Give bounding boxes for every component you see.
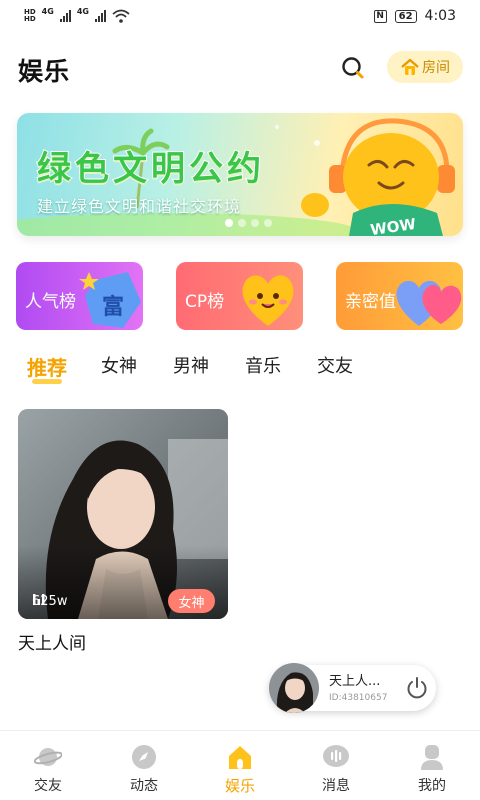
intimacy-rank-label: 亲密值 (345, 292, 396, 312)
nav-item-messages[interactable]: 消息 (288, 731, 384, 800)
room-name[interactable]: 天上人间 (18, 629, 86, 654)
hd-icon: HD HD (24, 8, 36, 23)
signal-icon (59, 10, 71, 22)
banner-subtitle: 建立绿色文明和谐社交环境 (37, 197, 242, 216)
banner-dot[interactable] (238, 219, 246, 227)
cp-rank-label: CP榜 (185, 292, 225, 312)
heart-face-icon (242, 275, 294, 326)
nav-item-profile[interactable]: 我的 (384, 731, 480, 800)
mascot-illustration: WOW (301, 118, 455, 236)
active-tab-indicator (32, 379, 62, 384)
svg-text:富: 富 (102, 294, 124, 320)
banner-dot[interactable] (225, 219, 233, 227)
search-icon (342, 57, 364, 79)
status-right: N 62 4:03 (373, 8, 456, 24)
power-icon[interactable] (404, 675, 430, 701)
promo-banner[interactable]: 绿色文明公约 建立绿色文明和谐社交环境 WOW (17, 113, 463, 236)
banner-pagination (225, 219, 272, 227)
room-button[interactable]: 房间 (387, 51, 463, 83)
banner-dot[interactable] (264, 219, 272, 227)
nav-label-profile: 我的 (418, 778, 446, 794)
room-cover-image (18, 409, 228, 619)
avatar[interactable] (269, 663, 319, 713)
nfc-icon: N (373, 9, 387, 23)
message-icon (323, 745, 349, 767)
banner-dot[interactable] (251, 219, 259, 227)
nav-item-friends[interactable]: 交友 (0, 731, 96, 800)
wifi-icon (112, 9, 130, 23)
clock: 4:03 (424, 8, 456, 24)
nav-item-moments[interactable]: 动态 (96, 731, 192, 800)
page-title: 娱乐 (18, 57, 71, 86)
tab-goddess[interactable]: 女神 (101, 352, 137, 378)
rich-star-icon: 富 (79, 272, 141, 328)
double-heart-icon (396, 280, 462, 326)
status-left: HD HD 4G 4G (24, 7, 130, 23)
search-button[interactable] (340, 55, 366, 81)
signal-icon-2 (94, 10, 106, 22)
tab-god[interactable]: 男神 (173, 352, 209, 378)
planet-icon (34, 748, 62, 766)
cp-rank-card[interactable]: CP榜 (176, 262, 303, 330)
banner-title: 绿色文明公约 (36, 148, 265, 190)
floating-room-player[interactable]: 天上人... ID:43810657 (269, 663, 436, 713)
nav-label-friends: 交友 (34, 778, 62, 794)
avatar-image (269, 663, 319, 713)
audio-bars-icon (33, 594, 45, 605)
intimacy-rank-card[interactable]: 亲密值 (336, 262, 463, 330)
nav-label-entertainment: 娱乐 (224, 777, 255, 795)
network-type-2: 4G (76, 7, 89, 16)
home-icon (229, 746, 251, 769)
tab-music[interactable]: 音乐 (245, 352, 281, 378)
nav-label-moments: 动态 (130, 778, 158, 794)
player-room-name: 天上人... (329, 674, 381, 689)
viewer-count: 625w (32, 591, 67, 611)
room-button-label: 房间 (422, 60, 450, 76)
tab-dating[interactable]: 交友 (317, 352, 353, 378)
popularity-rank-card[interactable]: 人气榜 富 (16, 262, 143, 330)
battery-icon: 62 (394, 9, 417, 23)
nav-label-messages: 消息 (322, 778, 350, 794)
home-icon (401, 58, 419, 75)
profile-icon (421, 745, 443, 770)
nav-item-entertainment[interactable]: 娱乐 (192, 731, 288, 800)
popularity-rank-label: 人气榜 (25, 292, 76, 312)
network-type-1: 4G (41, 7, 54, 16)
room-card[interactable]: 625w 女神 (18, 409, 228, 619)
player-room-id: ID:43810657 (329, 693, 388, 703)
tab-recommended[interactable]: 推荐 (27, 352, 67, 381)
bottom-navigation: 交友 动态 娱乐 消息 我的 (0, 730, 480, 800)
status-bar: HD HD 4G 4G N 62 4:03 (0, 0, 480, 32)
compass-icon (132, 745, 156, 769)
room-tag-badge: 女神 (168, 589, 215, 613)
